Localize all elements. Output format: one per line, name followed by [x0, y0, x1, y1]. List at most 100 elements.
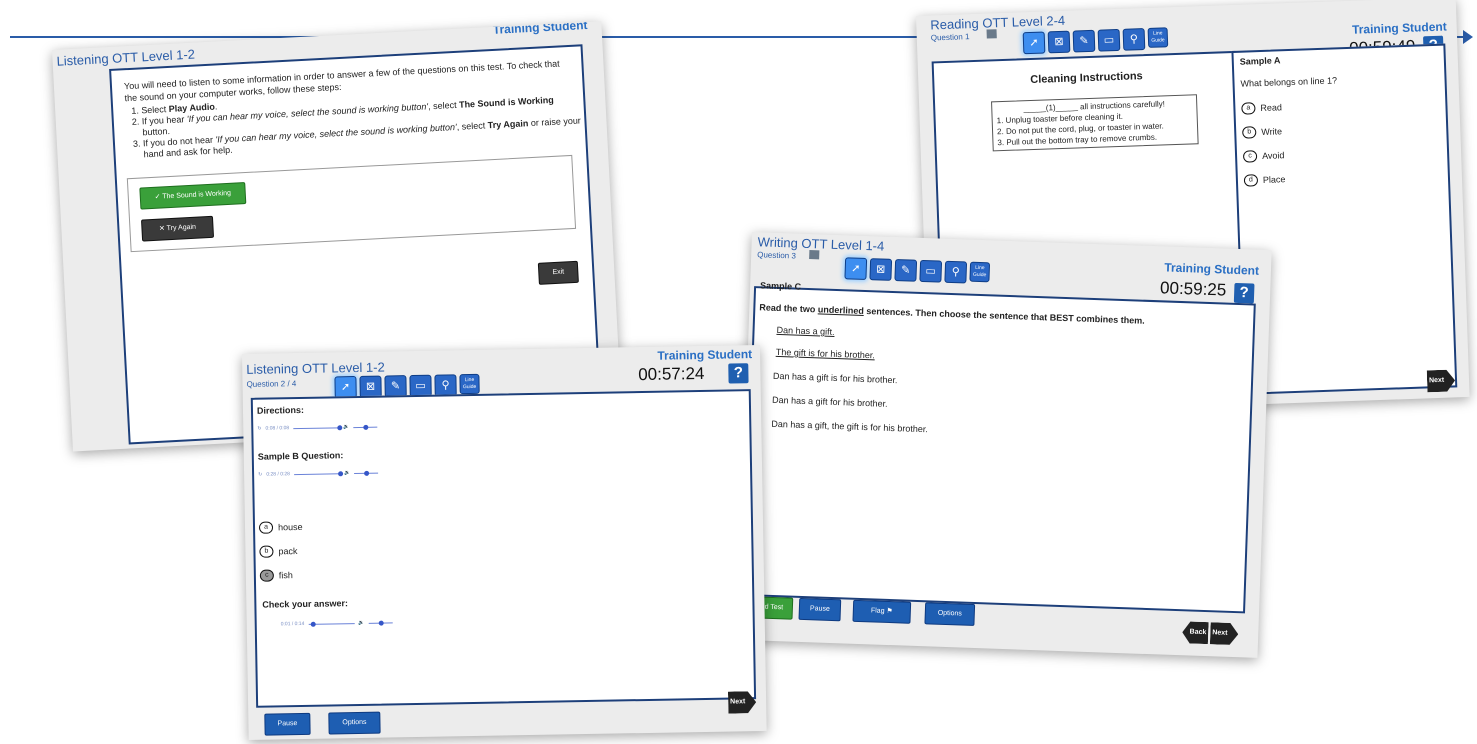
- eliminate-icon[interactable]: ⊠: [359, 375, 382, 398]
- volume-knob[interactable]: [378, 620, 384, 626]
- writing-question-panel: Sample C Read the two underlined sentenc…: [743, 280, 1256, 614]
- options-button[interactable]: Options: [924, 602, 976, 627]
- student-name: Training Student: [657, 347, 753, 363]
- progress-knob[interactable]: [337, 470, 343, 476]
- progress-track[interactable]: [293, 470, 343, 476]
- passage-title: Cleaning Instructions: [1030, 70, 1143, 87]
- volume-knob[interactable]: [363, 424, 369, 430]
- directions-label: Directions:: [256, 404, 305, 416]
- highlighter-icon[interactable]: ✎: [384, 375, 407, 398]
- magnifier-icon[interactable]: ⚲: [1122, 28, 1146, 51]
- answer-option-1[interactable]: Dan has a gift is for his brother.: [773, 371, 898, 385]
- pointer-icon[interactable]: ➚: [844, 257, 868, 281]
- flag-icon[interactable]: [986, 29, 997, 39]
- pause-button[interactable]: Pause: [264, 712, 311, 736]
- notepad-icon[interactable]: ▭: [409, 374, 432, 398]
- writing-toolbar: ➚ ⊠ ✎ ▭ ⚲ Line Guide: [844, 257, 991, 284]
- audio-time: 0:08 / 0:08: [265, 425, 290, 432]
- answer-option-3[interactable]: Dan has a gift, the gift is for his brot…: [771, 419, 928, 434]
- progress-knob[interactable]: [310, 621, 316, 627]
- progress-track[interactable]: [308, 621, 355, 627]
- step-bold: Try Again: [487, 118, 529, 131]
- replay-icon[interactable]: ↻: [258, 472, 262, 478]
- option-text: Write: [1261, 126, 1283, 138]
- progress-track[interactable]: [293, 424, 343, 430]
- option-text: Place: [1262, 174, 1286, 185]
- notepad-icon[interactable]: ▭: [919, 259, 943, 283]
- pause-label: Pause: [277, 720, 298, 728]
- try-again-button[interactable]: ✕ Try Again: [140, 215, 215, 242]
- sample-audio-player[interactable]: ↻ 0:28 / 0:28 🔉: [258, 470, 379, 478]
- option-text: Avoid: [1261, 150, 1285, 162]
- pause-label: Pause: [809, 605, 830, 613]
- options-label: Options: [937, 609, 962, 618]
- answer-option-2[interactable]: Dan has a gift for his brother.: [772, 395, 888, 409]
- volume-track[interactable]: [354, 470, 379, 476]
- magnifier-icon[interactable]: ⚲: [434, 374, 457, 397]
- pointer-icon[interactable]: ➚: [334, 376, 357, 399]
- line-guide-icon[interactable]: Line Guide: [1147, 27, 1169, 48]
- back-label: Back: [1189, 628, 1207, 637]
- writing-screenshot: Writing OTT Level 1-4 Question 3 ➚ ⊠ ✎ ▭…: [737, 232, 1272, 658]
- pointer-icon[interactable]: ➚: [1022, 31, 1046, 55]
- answer-option-c[interactable]: c fish: [259, 569, 293, 582]
- option-text: pack: [278, 546, 298, 557]
- highlighter-icon[interactable]: ✎: [1072, 29, 1096, 53]
- answer-option-a[interactable]: a house: [258, 521, 303, 534]
- reading-title: Reading OTT Level 2-4: [930, 12, 1066, 33]
- volume-knob[interactable]: [364, 470, 370, 476]
- replay-icon[interactable]: ↻: [257, 426, 261, 432]
- exit-button[interactable]: Exit: [537, 260, 579, 285]
- answer-option-a[interactable]: a Read: [1241, 101, 1283, 115]
- check-audio-player[interactable]: 0:01 / 0:14 🔉: [281, 619, 393, 627]
- notepad-icon[interactable]: ▭: [1097, 28, 1121, 52]
- line-guide-icon[interactable]: Line Guide: [969, 261, 991, 283]
- answer-option-b[interactable]: b pack: [259, 545, 298, 558]
- listening-title: Listening OTT Level 1-2: [246, 359, 385, 377]
- directions-audio-player[interactable]: ↻ 0:08 / 0:08 🔉: [257, 424, 378, 432]
- step-text: Select: [141, 103, 170, 116]
- flag-button[interactable]: Flag ⚑: [852, 599, 912, 624]
- eliminate-icon[interactable]: ⊠: [1047, 30, 1071, 54]
- step-text: If you hear: [141, 114, 188, 127]
- answer-option-d[interactable]: d Place: [1243, 173, 1286, 187]
- sample-label: Sample C: [759, 280, 802, 292]
- answer-option-c[interactable]: c Avoid: [1242, 149, 1285, 163]
- volume-icon[interactable]: 🔉: [358, 620, 364, 626]
- step-text: , select: [456, 120, 488, 132]
- volume-track[interactable]: [368, 620, 393, 626]
- listening-timer: 00:57:24: [638, 363, 705, 385]
- answer-option-b[interactable]: b Write: [1242, 125, 1283, 139]
- writing-instructions: Read the two underlined sentences. Then …: [759, 302, 1145, 325]
- highlighter-icon[interactable]: ✎: [894, 259, 918, 282]
- next-label: Next: [1212, 629, 1228, 637]
- option-text: house: [277, 521, 303, 533]
- sample-label: Sample A: [1239, 55, 1281, 67]
- step-text: .: [214, 101, 218, 112]
- bubble-icon: c: [1242, 150, 1258, 163]
- volume-icon[interactable]: 🔉: [343, 424, 349, 430]
- instr-text: sentences. Then choose the sentence that…: [863, 305, 1145, 326]
- flag-icon[interactable]: [809, 250, 820, 260]
- line-guide-label: Line Guide: [972, 264, 987, 279]
- bubble-icon: b: [1242, 126, 1257, 139]
- option-text: Read: [1260, 102, 1283, 114]
- pause-button[interactable]: Pause: [798, 597, 842, 622]
- magnifier-icon[interactable]: ⚲: [944, 260, 968, 284]
- help-button[interactable]: ?: [1233, 282, 1255, 304]
- line-guide-icon[interactable]: Line Guide: [459, 373, 480, 395]
- bubble-icon: c: [259, 569, 274, 582]
- student-name: Training Student: [1351, 19, 1447, 37]
- flag-label: Flag: [870, 607, 885, 615]
- back-button[interactable]: Back: [1182, 621, 1209, 644]
- volume-track[interactable]: [353, 424, 378, 430]
- bubble-icon: a: [1241, 102, 1256, 115]
- help-button[interactable]: ?: [728, 363, 749, 384]
- options-button[interactable]: Options: [328, 711, 381, 735]
- step-text: button.: [142, 125, 171, 138]
- volume-icon[interactable]: 🔉: [344, 470, 350, 476]
- next-button[interactable]: Next: [1210, 622, 1239, 645]
- progress-knob[interactable]: [337, 424, 343, 430]
- exit-label: Exit: [552, 268, 565, 277]
- eliminate-icon[interactable]: ⊠: [869, 258, 893, 281]
